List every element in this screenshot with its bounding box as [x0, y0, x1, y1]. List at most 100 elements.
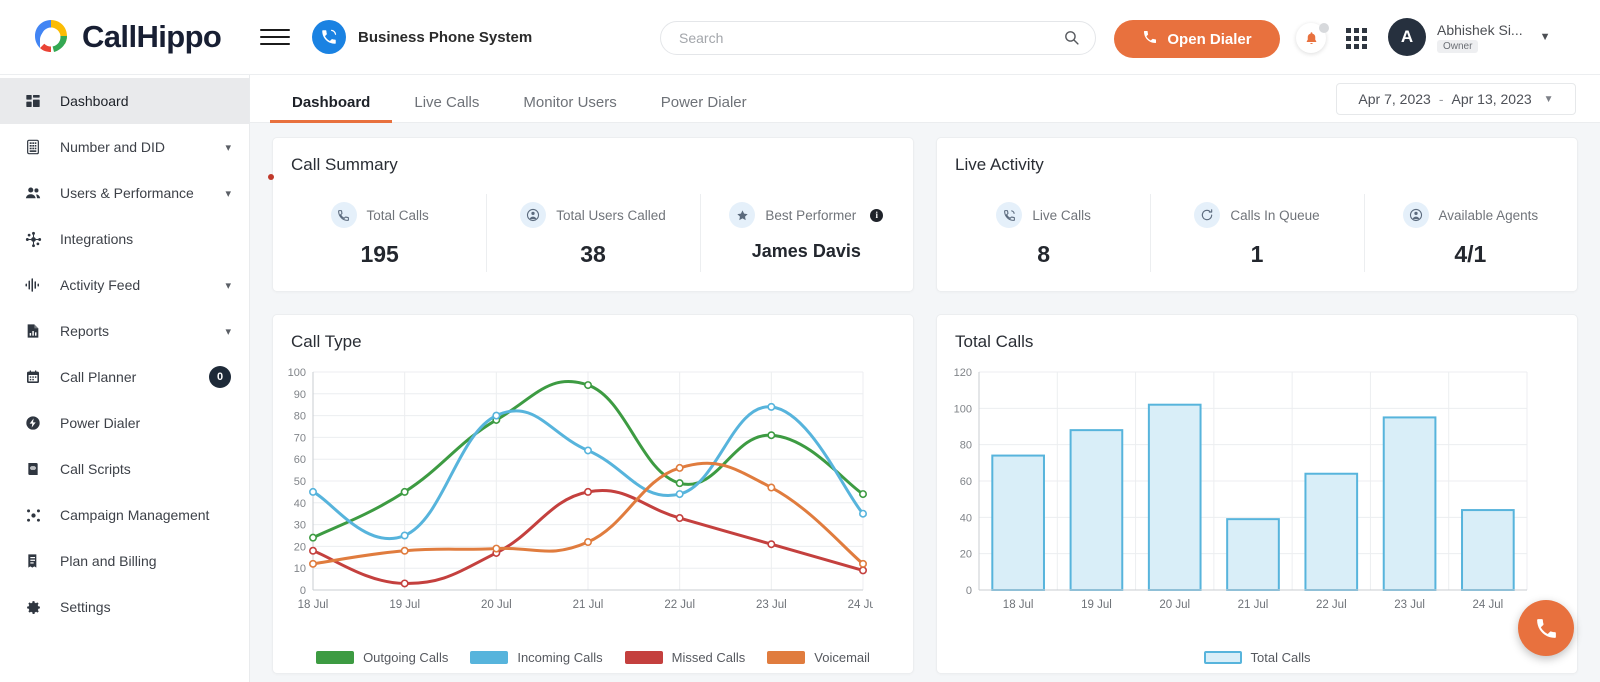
call-type-chart[interactable]: 010203040506070809010018 Jul19 Jul20 Jul…	[273, 362, 913, 627]
chevron-down-icon[interactable]: ▾	[225, 325, 231, 338]
live-activity-title: Live Activity	[937, 138, 1577, 175]
notifications-button[interactable]	[1296, 23, 1328, 55]
dashboard-icon	[22, 93, 44, 109]
stat-header: Total Users Called	[520, 202, 666, 228]
chevron-down-icon[interactable]: ▾	[225, 279, 231, 292]
sidebar-item-campaign-management[interactable]: Campaign Management	[0, 492, 249, 538]
svg-text:21 Jul: 21 Jul	[1238, 599, 1269, 611]
open-dialer-label: Open Dialer	[1167, 31, 1251, 48]
report-icon	[22, 323, 44, 339]
stat-header: Calls In Queue	[1194, 202, 1319, 228]
sidebar-item-settings[interactable]: Settings	[0, 584, 249, 630]
sidebar-item-users-performance[interactable]: Users & Performance ▾	[0, 170, 249, 216]
search-input[interactable]	[660, 21, 1096, 55]
chevron-down-icon: ▼	[1544, 94, 1554, 105]
legend-label: Total Calls	[1251, 650, 1311, 665]
svg-text:40: 40	[960, 512, 972, 524]
tab-bar: Dashboard Live Calls Monitor Users Power Di…	[250, 75, 1600, 123]
tab-label: Dashboard	[292, 94, 370, 111]
svg-text:120: 120	[954, 367, 972, 379]
sidebar-item-plan-and-billing[interactable]: Plan and Billing	[0, 538, 249, 584]
integrations-icon	[22, 231, 44, 248]
svg-text:40: 40	[294, 498, 306, 510]
stat-value: 195	[360, 241, 398, 268]
search-icon[interactable]	[1063, 29, 1080, 51]
svg-text:22 Jul: 22 Jul	[1316, 599, 1347, 611]
svg-text:20: 20	[960, 549, 972, 561]
svg-text:80: 80	[960, 440, 972, 452]
call-summary-title: Call Summary	[273, 138, 913, 175]
legend-item[interactable]: Incoming Calls	[470, 650, 602, 665]
sidebar-item-activity-feed[interactable]: Activity Feed ▾	[0, 262, 249, 308]
tab-monitor-users[interactable]: Monitor Users	[501, 94, 638, 122]
legend-item[interactable]: Voicemail	[767, 650, 870, 665]
call-summary-stats: Total Calls 195	[273, 192, 913, 284]
callhippo-logo-icon	[30, 16, 72, 58]
campaign-icon	[22, 507, 44, 524]
sidebar-item-power-dialer[interactable]: Power Dialer	[0, 400, 249, 446]
stat-label: Total Calls	[367, 208, 429, 223]
stat-best-performer: Best Performer i James Davis	[700, 192, 913, 284]
calendar-icon	[22, 369, 44, 385]
open-dialer-button[interactable]: Open Dialer	[1114, 20, 1280, 58]
svg-text:60: 60	[960, 476, 972, 488]
tab-dashboard[interactable]: Dashboard	[270, 94, 392, 122]
brand-logo[interactable]: CallHippo	[0, 16, 250, 58]
sidebar-item-label: Activity Feed	[60, 277, 209, 293]
stat-value: James Davis	[752, 241, 861, 262]
sidebar-item-integrations[interactable]: Integrations	[0, 216, 249, 262]
users-icon	[22, 184, 44, 202]
sidebar-item-label: Call Planner	[60, 369, 181, 385]
stat-header: Total Calls	[331, 202, 429, 228]
date-range-start: Apr 7, 2023	[1358, 91, 1430, 107]
chevron-down-icon[interactable]: ▾	[225, 187, 231, 200]
grid-cell	[1354, 44, 1359, 49]
system-selector[interactable]: Business Phone System	[312, 20, 532, 54]
svg-text:10: 10	[294, 563, 306, 575]
tab-live-calls[interactable]: Live Calls	[392, 94, 501, 122]
legend-label: Outgoing Calls	[363, 650, 448, 665]
chevron-down-icon: ▼	[1540, 31, 1551, 43]
sidebar-item-call-planner[interactable]: Call Planner0	[0, 354, 249, 400]
menu-toggle-button[interactable]	[260, 29, 290, 45]
svg-text:24 Jul: 24 Jul	[848, 599, 873, 611]
phone-ring-icon	[312, 20, 346, 54]
tab-label: Monitor Users	[523, 94, 616, 111]
top-bar: CallHippo Business Phone System Open	[0, 0, 1600, 75]
svg-text:70: 70	[294, 432, 306, 444]
sidebar-item-dashboard[interactable]: Dashboard	[0, 78, 249, 124]
svg-text:21 Jul: 21 Jul	[573, 599, 604, 611]
svg-text:80: 80	[294, 411, 306, 423]
svg-text:30: 30	[294, 520, 306, 532]
tab-label: Power Dialer	[661, 94, 747, 111]
svg-text:0: 0	[966, 585, 972, 597]
sidebar-item-call-scripts[interactable]: Call Scripts	[0, 446, 249, 492]
user-name: Abhishek Si...	[1437, 22, 1523, 38]
user-menu[interactable]: A Abhishek Si... Owner ▼	[1388, 18, 1551, 56]
sidebar-item-reports[interactable]: Reports▾	[0, 308, 249, 354]
svg-text:23 Jul: 23 Jul	[1394, 599, 1425, 611]
sidebar-item-label: Integrations	[60, 231, 231, 247]
tab-power-dialer[interactable]: Power Dialer	[639, 94, 769, 122]
sidebar-item-number-and-did[interactable]: Number and DID▾	[0, 124, 249, 170]
legend-item[interactable]: Total Calls	[1204, 650, 1311, 665]
call-type-chart-card: Call Type 010203040506070809010018 Jul19…	[272, 314, 914, 674]
apps-grid-icon[interactable]	[1346, 28, 1367, 49]
stat-value: 8	[1037, 241, 1050, 268]
stat-label: Best Performer	[765, 208, 856, 223]
info-icon[interactable]: i	[870, 209, 883, 222]
legend-item[interactable]: Missed Calls	[625, 650, 746, 665]
stat-live-calls: Live Calls 8	[937, 192, 1150, 284]
total-calls-chart[interactable]: 02040608010012018 Jul19 Jul20 Jul21 Jul2…	[937, 362, 1577, 627]
total-calls-title: Total Calls	[937, 315, 1577, 352]
avatar: A	[1388, 18, 1426, 56]
floating-call-button[interactable]	[1518, 600, 1574, 656]
sidebar-item-label: Users & Performance	[60, 185, 209, 201]
chevron-down-icon[interactable]: ▾	[225, 141, 231, 154]
date-range-picker[interactable]: Apr 7, 2023 - Apr 13, 2023 ▼	[1336, 83, 1576, 115]
svg-text:100: 100	[288, 367, 306, 379]
legend-swatch	[767, 651, 805, 664]
legend-item[interactable]: Outgoing Calls	[316, 650, 448, 665]
legend-label: Voicemail	[814, 650, 870, 665]
sidebar: DashboardNumber and DID▾Users & Performa…	[0, 75, 250, 682]
